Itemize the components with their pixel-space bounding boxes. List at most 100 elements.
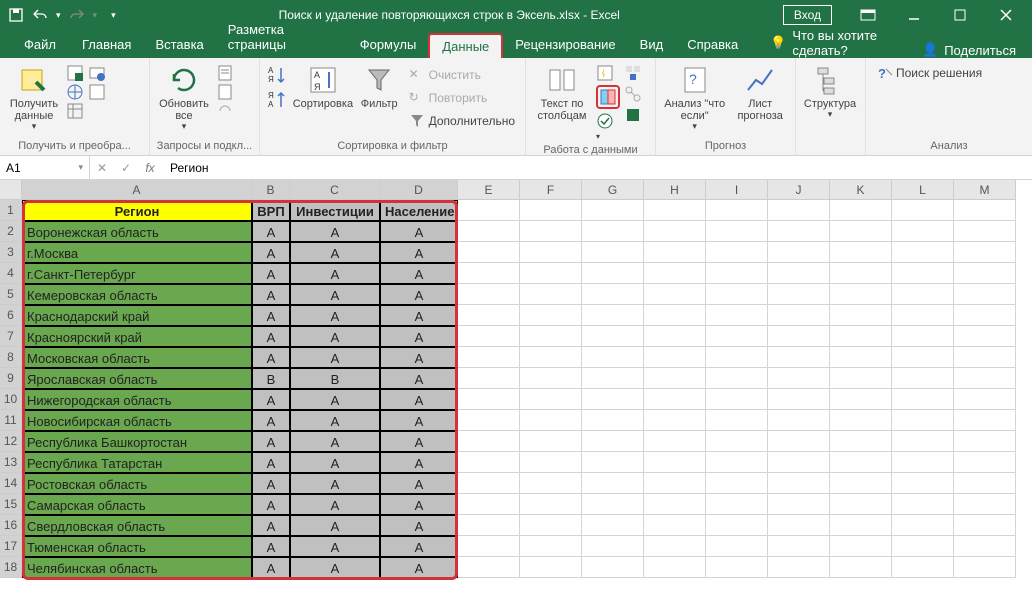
worksheet-grid[interactable]: ABCDEFGHIJKLM1РегионВРПИнвестицииНаселен… bbox=[0, 180, 1032, 605]
cell-empty[interactable] bbox=[458, 389, 520, 410]
cell-empty[interactable] bbox=[706, 410, 768, 431]
cell-empty[interactable] bbox=[830, 536, 892, 557]
cell-empty[interactable] bbox=[892, 221, 954, 242]
cell-empty[interactable] bbox=[892, 557, 954, 578]
cell-empty[interactable] bbox=[582, 557, 644, 578]
col-header-G[interactable]: G bbox=[582, 180, 644, 200]
cell-empty[interactable] bbox=[768, 452, 830, 473]
cell-empty[interactable] bbox=[644, 515, 706, 536]
sort-az-icon[interactable]: АЯ bbox=[266, 64, 288, 86]
col-header-E[interactable]: E bbox=[458, 180, 520, 200]
cell-empty[interactable] bbox=[520, 200, 582, 221]
data-validation-icon[interactable]: ▾ bbox=[596, 112, 620, 142]
cell-A10[interactable]: Нижегородская область bbox=[22, 389, 252, 410]
forecast-button[interactable]: Лист прогноза bbox=[731, 60, 789, 122]
from-web-icon[interactable] bbox=[66, 83, 84, 101]
cell-empty[interactable] bbox=[954, 557, 1016, 578]
cell-empty[interactable] bbox=[458, 305, 520, 326]
cell-A4[interactable]: г.Санкт-Петербург bbox=[22, 263, 252, 284]
cell-empty[interactable] bbox=[768, 284, 830, 305]
cell-empty[interactable] bbox=[892, 200, 954, 221]
cell-B13[interactable]: A bbox=[252, 452, 290, 473]
cell-empty[interactable] bbox=[582, 263, 644, 284]
cell-B1[interactable]: ВРП bbox=[252, 200, 290, 221]
cell-empty[interactable] bbox=[830, 515, 892, 536]
cell-D7[interactable]: A bbox=[380, 326, 458, 347]
col-header-D[interactable]: D bbox=[380, 180, 458, 200]
cell-D9[interactable]: A bbox=[380, 368, 458, 389]
cell-empty[interactable] bbox=[458, 221, 520, 242]
cell-C2[interactable]: A bbox=[290, 221, 380, 242]
row-header-12[interactable]: 12 bbox=[0, 431, 22, 452]
cell-empty[interactable] bbox=[768, 263, 830, 284]
col-header-F[interactable]: F bbox=[520, 180, 582, 200]
cell-empty[interactable] bbox=[830, 494, 892, 515]
cell-C10[interactable]: A bbox=[290, 389, 380, 410]
undo-dd[interactable]: ▾ bbox=[56, 10, 61, 21]
cell-empty[interactable] bbox=[706, 200, 768, 221]
cell-B5[interactable]: A bbox=[252, 284, 290, 305]
cell-empty[interactable] bbox=[706, 536, 768, 557]
cell-empty[interactable] bbox=[706, 305, 768, 326]
cell-empty[interactable] bbox=[644, 284, 706, 305]
cell-empty[interactable] bbox=[892, 473, 954, 494]
enter-formula-icon[interactable]: ✓ bbox=[114, 161, 138, 175]
get-data-button[interactable]: Получить данные ▾ bbox=[6, 60, 62, 132]
cell-A13[interactable]: Республика Татарстан bbox=[22, 452, 252, 473]
login-button[interactable]: Вход bbox=[783, 5, 832, 25]
cell-B6[interactable]: A bbox=[252, 305, 290, 326]
cell-C13[interactable]: A bbox=[290, 452, 380, 473]
cell-empty[interactable] bbox=[458, 536, 520, 557]
cell-empty[interactable] bbox=[520, 326, 582, 347]
col-header-M[interactable]: M bbox=[954, 180, 1016, 200]
cell-D1[interactable]: Население bbox=[380, 200, 458, 221]
row-header-17[interactable]: 17 bbox=[0, 536, 22, 557]
row-header-5[interactable]: 5 bbox=[0, 284, 22, 305]
cell-empty[interactable] bbox=[458, 200, 520, 221]
relationships-icon[interactable] bbox=[624, 85, 642, 103]
cell-empty[interactable] bbox=[706, 221, 768, 242]
cell-C14[interactable]: A bbox=[290, 473, 380, 494]
cell-C15[interactable]: A bbox=[290, 494, 380, 515]
text-to-columns-button[interactable]: Текст по столбцам bbox=[532, 60, 592, 122]
cell-empty[interactable] bbox=[954, 242, 1016, 263]
row-header-4[interactable]: 4 bbox=[0, 263, 22, 284]
cell-A17[interactable]: Тюменская область bbox=[22, 536, 252, 557]
minimize-icon[interactable] bbox=[892, 0, 936, 30]
cell-empty[interactable] bbox=[830, 242, 892, 263]
cell-empty[interactable] bbox=[458, 473, 520, 494]
cell-A18[interactable]: Челябинская область bbox=[22, 557, 252, 578]
edit-links-icon[interactable] bbox=[216, 102, 234, 120]
cell-empty[interactable] bbox=[520, 242, 582, 263]
cell-empty[interactable] bbox=[954, 200, 1016, 221]
cell-D13[interactable]: A bbox=[380, 452, 458, 473]
cell-empty[interactable] bbox=[830, 473, 892, 494]
cell-empty[interactable] bbox=[892, 389, 954, 410]
cell-empty[interactable] bbox=[582, 389, 644, 410]
cell-D6[interactable]: A bbox=[380, 305, 458, 326]
cell-empty[interactable] bbox=[582, 494, 644, 515]
cell-empty[interactable] bbox=[644, 557, 706, 578]
recent-sources-icon[interactable] bbox=[88, 64, 106, 82]
cell-C16[interactable]: A bbox=[290, 515, 380, 536]
cell-D17[interactable]: A bbox=[380, 536, 458, 557]
formula-input[interactable]: Регион bbox=[162, 161, 1032, 175]
cell-B12[interactable]: A bbox=[252, 431, 290, 452]
cell-D3[interactable]: A bbox=[380, 242, 458, 263]
row-header-6[interactable]: 6 bbox=[0, 305, 22, 326]
cell-empty[interactable] bbox=[520, 536, 582, 557]
cell-empty[interactable] bbox=[706, 242, 768, 263]
cell-empty[interactable] bbox=[954, 494, 1016, 515]
cell-empty[interactable] bbox=[706, 389, 768, 410]
tab-insert[interactable]: Вставка bbox=[143, 31, 215, 58]
cell-empty[interactable] bbox=[954, 368, 1016, 389]
queries-icon[interactable] bbox=[216, 64, 234, 82]
cell-D15[interactable]: A bbox=[380, 494, 458, 515]
cell-empty[interactable] bbox=[520, 263, 582, 284]
cell-empty[interactable] bbox=[892, 410, 954, 431]
sort-za-icon[interactable]: ЯА bbox=[266, 89, 288, 111]
cell-empty[interactable] bbox=[768, 431, 830, 452]
col-header-H[interactable]: H bbox=[644, 180, 706, 200]
tab-view[interactable]: Вид bbox=[628, 31, 676, 58]
tell-me[interactable]: 💡 Что вы хотите сделать? bbox=[770, 28, 922, 58]
